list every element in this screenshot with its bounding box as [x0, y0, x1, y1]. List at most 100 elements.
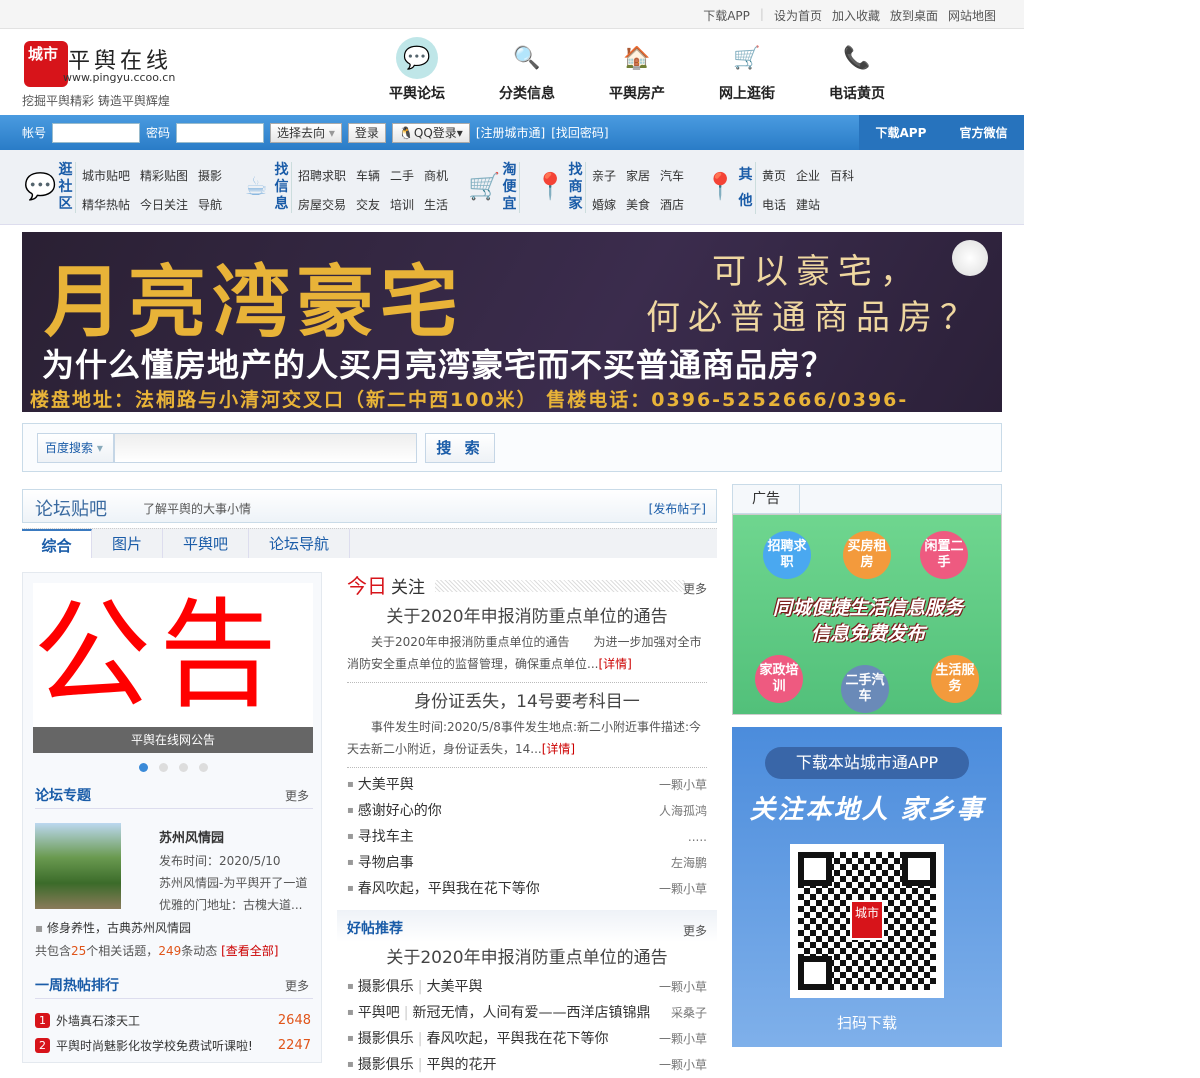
category-link[interactable]: 导航: [198, 196, 222, 214]
category-link[interactable]: 亲子: [592, 167, 616, 185]
desktop-shortcut-link[interactable]: 放到桌面: [890, 7, 938, 24]
category-link[interactable]: 精彩贴图: [140, 167, 188, 185]
view-all-link[interactable]: [查看全部]: [221, 944, 278, 958]
list-board[interactable]: 摄影俱乐: [358, 979, 414, 995]
category-link[interactable]: 黄页: [762, 167, 786, 185]
list-item[interactable]: ▪ 摄影俱乐 | 大美平舆 一颗小草: [347, 974, 707, 1000]
list-item[interactable]: ▪ 春风吹起，平舆我在花下等你 一颗小草: [347, 876, 707, 902]
category-title[interactable]: 找信息: [274, 162, 292, 213]
list-item[interactable]: ▪ 摄影俱乐 | 平舆的花开 一颗小草: [347, 1052, 707, 1078]
topic-sub[interactable]: ▪ 修身养性，古典苏州风情园: [35, 919, 191, 936]
slogan: 挖掘平舆精彩 铸造平舆辉煌: [22, 94, 170, 108]
nav-yellowpages[interactable]: 📞 电话黄页: [802, 37, 912, 103]
category-link[interactable]: 精华热帖: [82, 196, 130, 214]
category-link[interactable]: 美食: [626, 196, 650, 214]
category-link[interactable]: 商机: [424, 167, 448, 185]
list-item[interactable]: ▪ 大美平舆 一颗小草: [347, 772, 707, 798]
category-link[interactable]: 二手: [390, 167, 414, 185]
list-item[interactable]: ▪ 寻找车主.....: [347, 824, 707, 850]
add-favorite-link[interactable]: 加入收藏: [832, 7, 880, 24]
classifieds-ad[interactable]: 招聘求职 买房租房 闲置二手 同城便捷生活信息服务 信息免费发布 家政培训 二手…: [732, 514, 1002, 715]
rank-item[interactable]: 2 平舆时尚魅影化妆学校免费试听课啦! 2247: [35, 1033, 311, 1058]
category-link[interactable]: 培训: [390, 196, 414, 214]
search-button[interactable]: 搜 索: [425, 433, 495, 463]
tab-forum-nav[interactable]: 论坛导航: [249, 529, 351, 558]
category-link[interactable]: 城市贴吧: [82, 167, 130, 185]
today-more-link[interactable]: 更多: [683, 580, 707, 597]
recommend-headline-title[interactable]: 关于2020年申报消防重点单位的通告: [347, 944, 707, 972]
topics-more-link[interactable]: 更多: [285, 787, 309, 804]
tab-images[interactable]: 图片: [92, 529, 164, 558]
nav-classifieds[interactable]: 🔍 分类信息: [472, 37, 582, 103]
list-item[interactable]: ▪ 寻物启事 左海鹏: [347, 850, 707, 876]
list-board[interactable]: 摄影俱乐: [358, 1031, 414, 1047]
rank-item[interactable]: 1 外墙真石漆天工 2648: [35, 1008, 311, 1033]
list-board[interactable]: 摄影俱乐: [358, 1057, 414, 1073]
category-title[interactable]: 找商家: [568, 162, 586, 213]
category-link[interactable]: 百科: [830, 167, 854, 185]
topic-title[interactable]: 苏州风情园: [159, 831, 224, 846]
search-input[interactable]: [114, 433, 417, 463]
topic-thumbnail[interactable]: [35, 823, 121, 909]
slide-dot[interactable]: [139, 763, 148, 772]
tab-pingyu-bar[interactable]: 平舆吧: [163, 529, 250, 558]
account-input[interactable]: [52, 122, 141, 143]
category-link[interactable]: 今日关注: [140, 196, 188, 214]
slide-dot[interactable]: [199, 763, 208, 772]
list-item[interactable]: ▪ 摄影俱乐 | 春风吹起，平舆我在花下等你 一颗小草: [347, 1026, 707, 1052]
nav-label: 网上逛街: [719, 86, 775, 102]
news-title[interactable]: 关于2020年申报消防重点单位的通告: [347, 603, 707, 631]
register-link[interactable]: [注册城市通]: [476, 124, 545, 141]
recover-password-link[interactable]: [找回密码]: [551, 124, 608, 141]
list-board[interactable]: 平舆吧: [358, 1005, 400, 1021]
category-title[interactable]: 其他: [738, 162, 756, 214]
category-link[interactable]: 摄影: [198, 167, 222, 185]
slide-caption: 平舆在线网公告: [33, 727, 313, 753]
destination-select[interactable]: 选择去向 ▾: [270, 122, 342, 143]
password-input[interactable]: [176, 122, 265, 143]
list-item[interactable]: ▪ 感谢好心的你 人海孤鸿: [347, 798, 707, 824]
post-link[interactable]: [发布帖子]: [649, 500, 706, 517]
nav-realestate[interactable]: 🏠 平舆房产: [582, 37, 692, 103]
category-link[interactable]: 酒店: [660, 196, 684, 214]
qq-login-button[interactable]: 🐧QQ登录▾: [391, 122, 470, 143]
slideshow[interactable]: 公告 平舆在线网公告: [33, 583, 313, 753]
news-detail-link[interactable]: [详情]: [598, 657, 631, 671]
category-title[interactable]: 逛社区: [58, 162, 76, 213]
category-link[interactable]: 企业: [796, 167, 820, 185]
nav-shopping[interactable]: 🛒 网上逛街: [692, 37, 802, 103]
list-item[interactable]: ▪ 平舆吧 | 新冠无情，人间有爱——西洋店镇锦鼎 采桑子: [347, 1000, 707, 1026]
ad-tab-label[interactable]: 广告: [733, 485, 800, 513]
recommend-more-link[interactable]: 更多: [683, 922, 707, 939]
category-link[interactable]: 车辆: [356, 167, 380, 185]
app-download-ad[interactable]: 下载本站城市通APP 关注本地人 家乡事 城市 扫码下载: [732, 727, 1002, 1047]
download-app-link[interactable]: 下载APP: [703, 7, 750, 24]
wechat-button[interactable]: 官方微信: [959, 124, 1007, 141]
category-link[interactable]: 婚嫁: [592, 196, 616, 214]
banner-ad[interactable]: 月亮湾豪宅 可以豪宅， 何必普通商品房？ 为什么懂房地产的人买月亮湾豪宅而不买普…: [22, 232, 1002, 412]
nav-forum[interactable]: 💬 平舆论坛: [362, 37, 472, 103]
category-link[interactable]: 招聘求职: [298, 167, 346, 185]
news-detail-link[interactable]: [详情]: [542, 742, 575, 756]
download-app-button[interactable]: 下载APP: [876, 124, 927, 141]
tab-general[interactable]: 综合: [22, 529, 92, 558]
set-homepage-link[interactable]: 设为首页: [774, 7, 822, 24]
login-button[interactable]: 登录: [347, 122, 386, 143]
chat-bubble-icon: 💬: [396, 37, 438, 79]
logo[interactable]: 城市: [24, 41, 68, 87]
category-link[interactable]: 建站: [796, 196, 820, 214]
category-link[interactable]: 交友: [356, 196, 380, 214]
category-title[interactable]: 淘便宜: [502, 162, 520, 213]
weekly-more-link[interactable]: 更多: [285, 977, 309, 994]
slide-dot[interactable]: [179, 763, 188, 772]
ad-line1: 同城便捷生活信息服务: [772, 597, 963, 619]
category-link[interactable]: 汽车: [660, 167, 684, 185]
search-engine-select[interactable]: 百度搜索 ▾: [37, 433, 114, 463]
category-link[interactable]: 电话: [762, 196, 786, 214]
category-link[interactable]: 房屋交易: [298, 196, 346, 214]
category-link[interactable]: 生活: [424, 196, 448, 214]
news-title[interactable]: 身份证丢失，14号要考科目一: [347, 688, 707, 716]
sitemap-link[interactable]: 网站地图: [948, 7, 996, 24]
category-link[interactable]: 家居: [626, 167, 650, 185]
slide-dot[interactable]: [159, 763, 168, 772]
